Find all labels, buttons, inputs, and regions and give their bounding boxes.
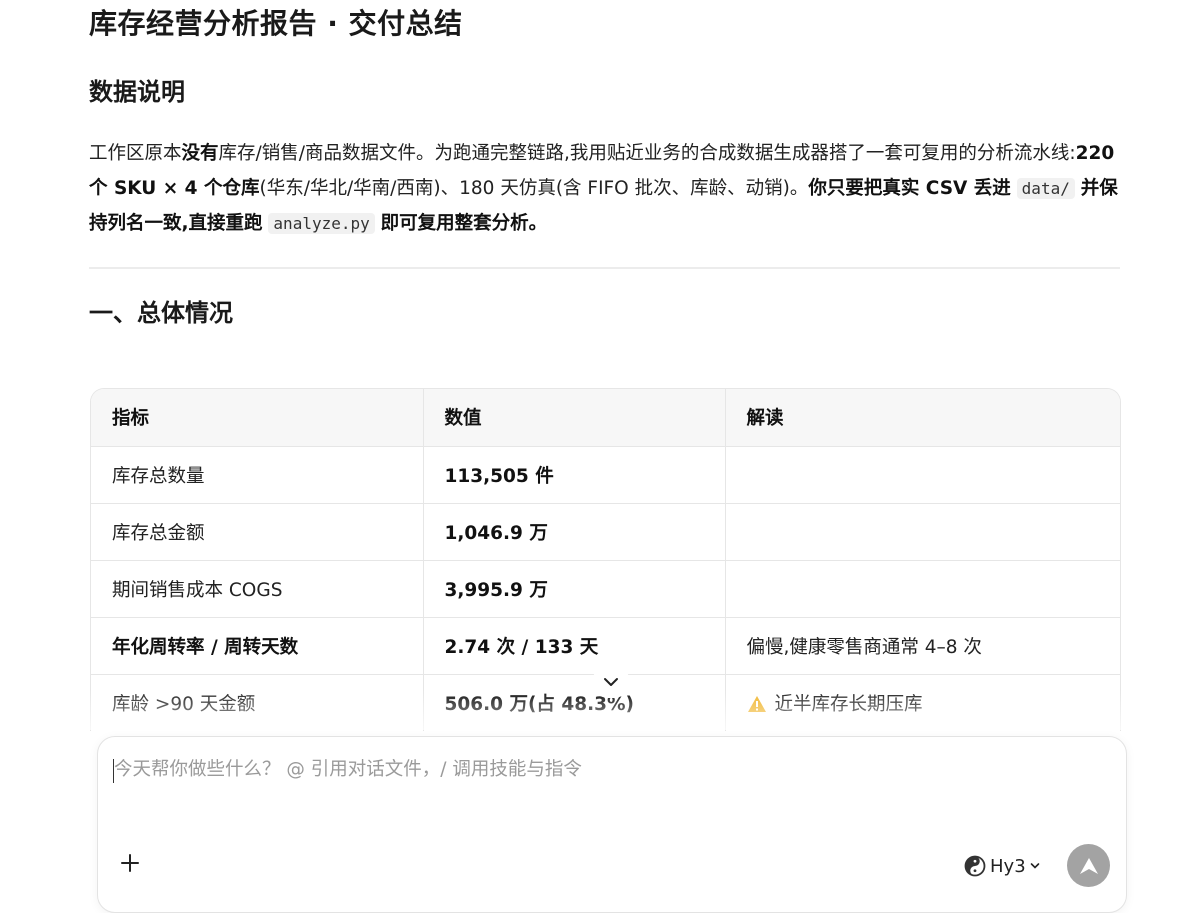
cell-note: 偏慢,健康零售商通常 4–8 次	[725, 616, 1120, 674]
text-segment: (华东/华北/华南/西南)、180 天仿真(含 FIFO 批次、库龄、动销)。	[259, 178, 809, 199]
page-title: 库存经营分析报告 · 交付总结	[89, 7, 463, 40]
arrow-up-icon	[1079, 857, 1098, 874]
cell-note	[725, 502, 1120, 560]
table-header-row: 指标 数值 解读	[91, 389, 1120, 446]
section-heading-overview: 一、总体情况	[89, 299, 233, 327]
table-header-value: 数值	[423, 389, 726, 446]
text-bold: 即可复用整套分析。	[380, 213, 548, 234]
cell-metric: 期间销售成本 COGS	[91, 559, 424, 617]
plus-icon	[121, 854, 139, 872]
chat-input[interactable]	[114, 755, 1094, 815]
cell-value: 3,995.9 万	[423, 559, 726, 617]
text-segment: 库存/销售/商品数据文件。为跑通完整链路,我用贴近业务的合成数据生成器搭了一套可…	[218, 143, 1076, 164]
cell-metric: 年化周转率 / 周转天数	[91, 616, 424, 674]
scroll-to-bottom-button[interactable]	[592, 666, 630, 698]
model-label: Hy3	[990, 855, 1026, 877]
text-bold: 没有	[181, 143, 219, 164]
text-segment: 工作区原本	[89, 143, 182, 164]
cell-note-text: 近半库存长期压库	[774, 693, 923, 715]
model-selector[interactable]: Hy3	[964, 852, 1040, 880]
cell-value: 113,505 件	[423, 445, 726, 503]
section-divider	[89, 267, 1120, 269]
table-header-metric: 指标	[91, 389, 424, 446]
cell-note	[725, 559, 1120, 617]
cell-value: 506.0 万(占 48.3%)	[423, 673, 726, 731]
hunyuan-logo-icon	[964, 855, 986, 877]
inline-code-data-dir: data/	[1016, 178, 1075, 199]
chevron-down-icon	[604, 678, 618, 686]
section-heading-data: 数据说明	[89, 78, 185, 106]
table-header-note: 解读	[725, 389, 1120, 446]
inline-code-analyze: analyze.py	[268, 213, 375, 234]
add-attachment-button[interactable]	[116, 849, 144, 877]
warning-icon	[747, 695, 767, 713]
data-description-paragraph: 工作区原本没有库存/销售/商品数据文件。为跑通完整链路,我用贴近业务的合成数据生…	[89, 136, 1120, 241]
chevron-down-icon	[1030, 863, 1039, 869]
cell-value: 2.74 次 / 133 天	[423, 616, 726, 674]
cell-note: 近半库存长期压库	[725, 673, 1120, 731]
table-row: 期间销售成本 COGS 3,995.9 万	[91, 559, 1120, 617]
text-bold: 你只要把真实 CSV 丢进	[808, 178, 1011, 199]
cell-value: 1,046.9 万	[423, 502, 726, 560]
cell-metric: 库存总数量	[91, 445, 424, 503]
table-row: 库存总金额 1,046.9 万	[91, 502, 1120, 560]
table-row: 库存总数量 113,505 件	[91, 445, 1120, 503]
send-button[interactable]	[1067, 844, 1110, 887]
chat-composer: Hy3	[97, 736, 1127, 913]
cell-metric: 库存总金额	[91, 502, 424, 560]
cell-note	[725, 445, 1120, 503]
cell-metric: 库龄 >90 天金额	[91, 673, 424, 731]
